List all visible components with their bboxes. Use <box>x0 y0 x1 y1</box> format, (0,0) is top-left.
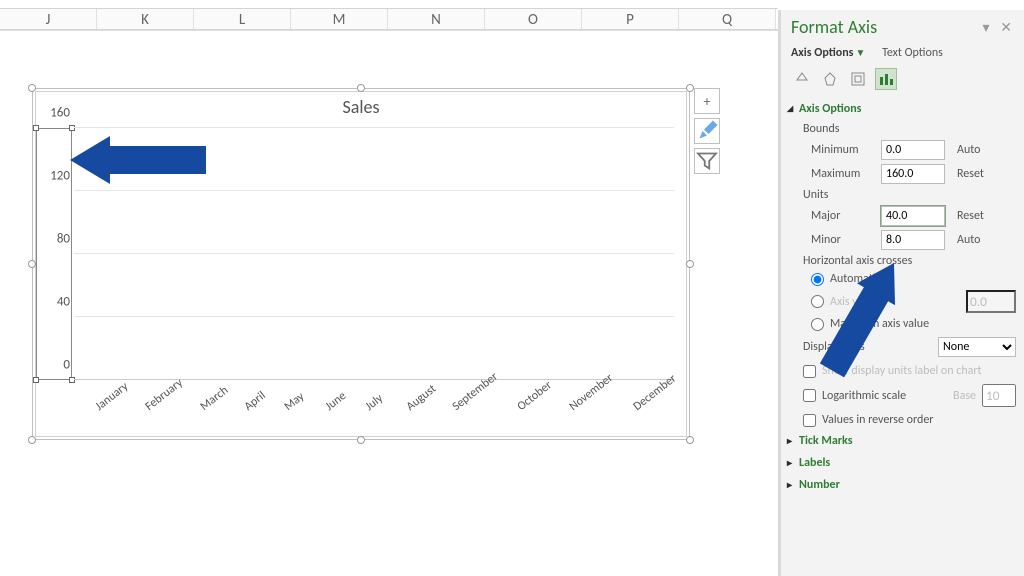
chart-filter-button[interactable] <box>694 148 720 174</box>
y-tick: 40 <box>40 295 70 310</box>
pane-close-button[interactable]: ✕ <box>996 19 1016 36</box>
log-base-input <box>982 384 1016 407</box>
tab-text-options[interactable]: Text Options <box>882 46 943 60</box>
chart-object[interactable]: Sales 0 40 80 120 160 JanuaryFebruaryMar… <box>32 88 690 440</box>
major-input[interactable] <box>881 206 945 226</box>
effects-icon[interactable] <box>819 68 841 90</box>
grid-line <box>0 30 778 31</box>
min-label: Minimum <box>811 143 875 157</box>
column-header[interactable]: P <box>582 9 679 29</box>
y-tick: 80 <box>40 232 70 247</box>
max-label: Maximum <box>811 167 875 181</box>
y-tick: 160 <box>40 106 70 121</box>
section-labels[interactable]: Labels <box>781 452 1024 474</box>
column-header[interactable]: J <box>0 9 97 29</box>
max-input[interactable] <box>881 164 945 184</box>
reverse-order-label: Values in reverse order <box>822 413 933 427</box>
column-header-row: J K L M N O P Q <box>0 8 778 30</box>
brush-icon <box>695 119 719 143</box>
fill-line-icon[interactable] <box>791 68 813 90</box>
y-tick: 120 <box>40 169 70 184</box>
max-reset[interactable]: Reset <box>957 167 984 181</box>
section-tick-marks[interactable]: Tick Marks <box>781 430 1024 452</box>
chart-title[interactable]: Sales <box>36 92 686 120</box>
chart-style-button[interactable] <box>694 118 720 144</box>
axis-options-icon[interactable] <box>875 68 897 90</box>
crosses-value-input <box>966 290 1016 313</box>
log-base-label: Base <box>953 389 976 403</box>
column-header[interactable]: K <box>97 9 194 29</box>
major-label: Major <box>811 209 875 223</box>
minor-input[interactable] <box>881 230 945 250</box>
min-auto[interactable]: Auto <box>957 143 980 157</box>
minor-auto[interactable]: Auto <box>957 233 980 247</box>
major-reset[interactable]: Reset <box>957 209 984 223</box>
pane-title: Format Axis <box>791 16 877 38</box>
log-scale-checkbox[interactable] <box>803 389 816 402</box>
pane-menu-button[interactable]: ▾ <box>979 19 994 36</box>
funnel-icon <box>695 149 719 173</box>
chart-side-buttons: + <box>694 88 720 178</box>
column-header[interactable]: L <box>194 9 291 29</box>
column-header[interactable]: N <box>388 9 485 29</box>
bounds-heading: Bounds <box>781 120 1024 138</box>
log-scale-label: Logarithmic scale <box>822 389 906 403</box>
y-tick: 0 <box>40 358 70 373</box>
column-header[interactable]: O <box>485 9 582 29</box>
plus-icon: + <box>704 93 711 110</box>
display-units-select[interactable]: None <box>938 337 1016 357</box>
tab-axis-options[interactable]: Axis Options▼ <box>791 46 865 60</box>
chart-add-element-button[interactable]: + <box>694 88 720 114</box>
column-header[interactable]: Q <box>679 9 776 29</box>
y-axis-selected[interactable] <box>36 128 72 380</box>
section-axis-options[interactable]: Axis Options <box>781 98 1024 120</box>
show-du-label-checkbox <box>803 365 816 378</box>
units-heading: Units <box>781 186 1024 204</box>
section-number[interactable]: Number <box>781 474 1024 496</box>
reverse-order-checkbox[interactable] <box>803 414 816 427</box>
min-input[interactable] <box>881 140 945 160</box>
column-header[interactable]: M <box>291 9 388 29</box>
size-properties-icon[interactable] <box>847 68 869 90</box>
